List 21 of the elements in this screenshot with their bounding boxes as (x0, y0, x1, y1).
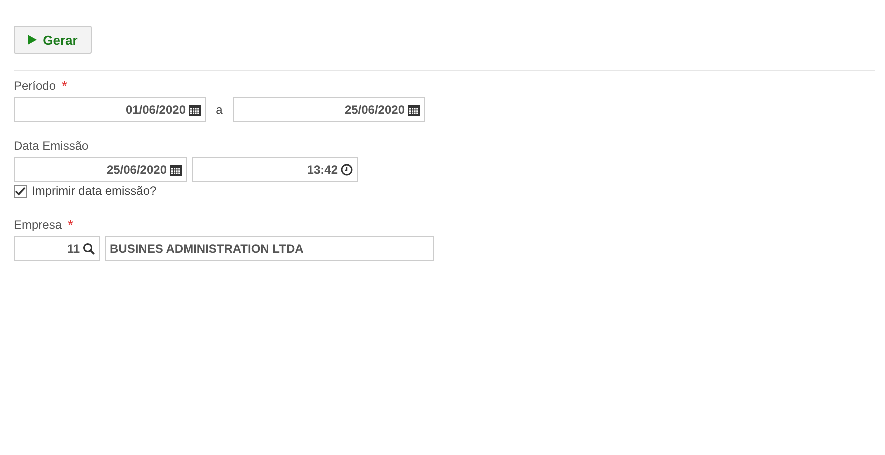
calendar-icon (189, 104, 201, 116)
time-field[interactable]: 13:42 (192, 157, 358, 182)
field-label: Data Emissão (14, 138, 89, 152)
checkbox[interactable] (14, 184, 27, 198)
range-separator: a (215, 102, 224, 116)
code-field[interactable]: 11 (14, 236, 100, 261)
required-asterisk: * (68, 216, 74, 232)
calendar-icon (170, 164, 182, 176)
generate-button[interactable]: Gerar (14, 26, 92, 54)
company-name-field[interactable]: BUSINES ADMINISTRATION LTDA (105, 236, 434, 261)
clock-icon (341, 164, 353, 176)
date-field[interactable]: 25/06/2020 (14, 157, 187, 182)
date-field[interactable]: 01/06/2020 (14, 97, 206, 122)
checkbox-label: Imprimir data emissão? (32, 184, 157, 198)
field-label: Empresa (14, 218, 62, 232)
calendar-icon (408, 104, 420, 116)
search-icon (83, 242, 95, 254)
field-label: Período (14, 78, 56, 92)
required-asterisk: * (62, 78, 68, 94)
play-icon (28, 35, 38, 45)
date-field[interactable]: 25/06/2020 (233, 97, 425, 122)
